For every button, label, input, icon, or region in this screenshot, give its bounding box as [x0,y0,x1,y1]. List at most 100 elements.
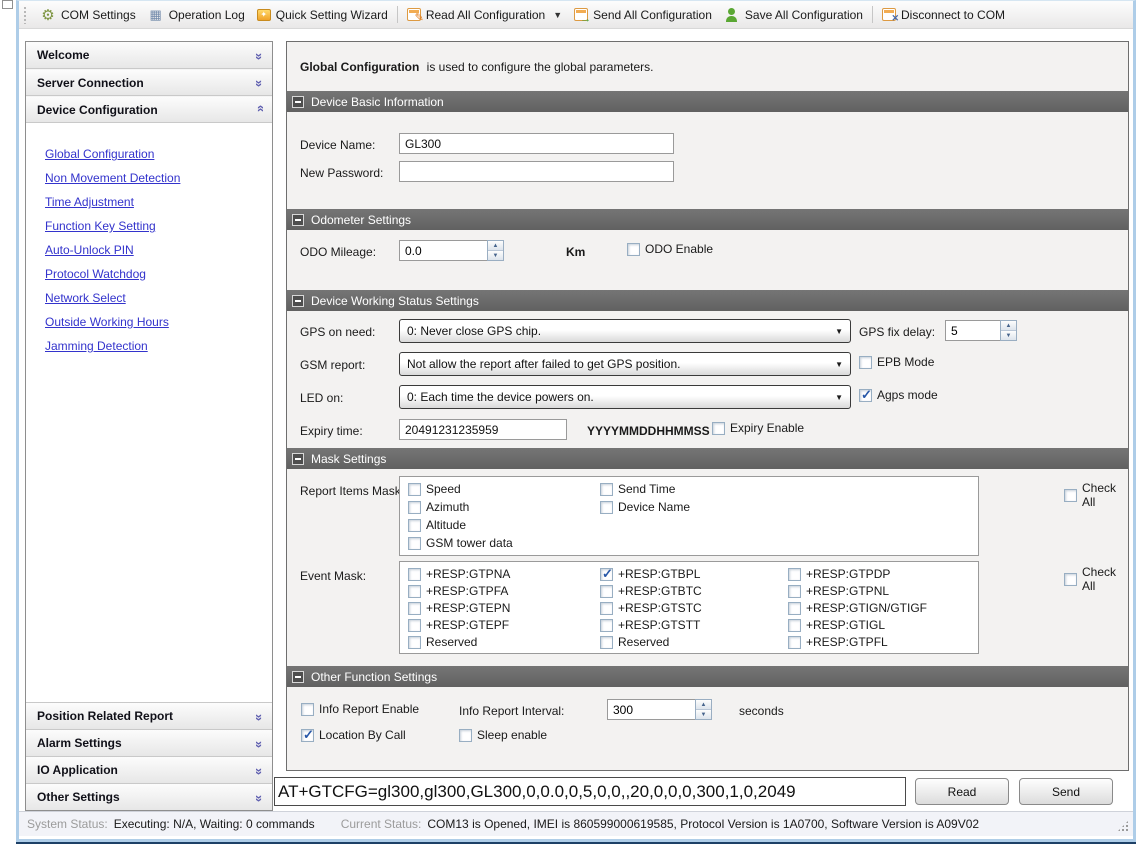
section-header-device-working-status[interactable]: Device Working Status Settings [287,290,1128,311]
checkbox-icon[interactable] [408,519,421,532]
at-command-input[interactable] [274,777,906,806]
stepper-down-icon[interactable]: ▼ [696,710,711,719]
send-button[interactable]: Send [1019,778,1113,805]
event-item-checkbox[interactable]: +RESP:GTBTC [600,584,702,598]
report-item-checkbox[interactable]: Speed [408,482,461,496]
gsm-report-select[interactable]: Not allow the report after failed to get… [399,352,851,376]
sleep-enable-checkbox[interactable]: Sleep enable [459,728,547,742]
collapse-icon[interactable] [292,671,304,683]
stepper-up-icon[interactable]: ▲ [696,700,711,710]
section-header-other-function-settings[interactable]: Other Function Settings [287,666,1128,687]
checkbox-checked-icon[interactable] [859,389,872,402]
save-all-configuration-button[interactable]: Save All Configuration [718,3,869,27]
checkbox-icon[interactable] [788,585,801,598]
sidebar-item-position-related-report[interactable]: Position Related Report [26,702,272,729]
event-item-checkbox[interactable]: +RESP:GTPFL [788,635,888,649]
info-report-enable-checkbox[interactable]: Info Report Enable [301,702,419,716]
event-item-checkbox[interactable]: +RESP:GTEPF [408,618,509,632]
checkbox-icon[interactable] [408,501,421,514]
sidebar-link-time-adjustment[interactable]: Time Adjustment [45,190,272,214]
checkbox-icon[interactable] [408,585,421,598]
odo-mileage-input[interactable] [399,240,487,261]
checkbox-icon[interactable] [408,619,421,632]
sidebar-item-io-application[interactable]: IO Application [26,756,272,783]
checkbox-icon[interactable] [408,636,421,649]
epb-mode-checkbox[interactable]: EPB Mode [859,355,934,369]
event-item-checkbox[interactable]: +RESP:GTSTT [600,618,700,632]
sidebar-item-welcome[interactable]: Welcome [26,42,272,69]
sidebar-item-alarm-settings[interactable]: Alarm Settings [26,729,272,756]
event-item-checkbox[interactable]: +RESP:GTSTC [600,601,702,615]
checkbox-icon[interactable] [600,636,613,649]
checkbox-checked-icon[interactable] [600,568,613,581]
stepper-buttons[interactable]: ▲▼ [695,699,712,720]
event-item-checkbox[interactable]: +RESP:GTEPN [408,601,510,615]
checkbox-icon[interactable] [459,729,472,742]
quick-setting-wizard-button[interactable]: Quick Setting Wizard [251,3,394,27]
event-item-checkbox[interactable]: +RESP:GTIGL [788,618,885,632]
checkbox-icon[interactable] [408,602,421,615]
checkbox-icon[interactable] [600,501,613,514]
collapse-icon[interactable] [292,96,304,108]
collapse-icon[interactable] [292,453,304,465]
agps-mode-checkbox[interactable]: Agps mode [859,388,938,402]
checkbox-icon[interactable] [1064,573,1077,586]
event-item-checkbox[interactable]: +RESP:GTIGN/GTIGF [788,601,927,615]
stepper-down-icon[interactable]: ▼ [1001,331,1016,340]
checkbox-icon[interactable] [408,537,421,550]
checkbox-icon[interactable] [859,356,872,369]
report-item-checkbox[interactable]: GSM tower data [408,536,513,550]
report-item-checkbox[interactable]: Azimuth [408,500,469,514]
event-item-checkbox[interactable]: Reserved [408,635,477,649]
checkbox-icon[interactable] [1064,489,1077,502]
checkbox-icon[interactable] [600,483,613,496]
event-item-checkbox[interactable]: +RESP:GTBPL [600,567,700,581]
sidebar-item-device-configuration[interactable]: Device Configuration [26,96,272,123]
collapse-icon[interactable] [292,214,304,226]
checkbox-icon[interactable] [600,602,613,615]
checkbox-icon[interactable] [627,243,640,256]
collapse-icon[interactable] [292,295,304,307]
checkbox-icon[interactable] [712,422,725,435]
resize-grip[interactable] [1117,820,1129,832]
checkbox-icon[interactable] [788,568,801,581]
sidebar-link-auto-unlock-pin[interactable]: Auto-Unlock PIN [45,238,272,262]
gps-on-need-select[interactable]: 0: Never close GPS chip. [399,319,851,343]
read-button[interactable]: Read [915,778,1009,805]
sidebar-item-server-connection[interactable]: Server Connection [26,69,272,96]
section-header-mask-settings[interactable]: Mask Settings [287,448,1128,469]
stepper-down-icon[interactable]: ▼ [488,251,503,260]
operation-log-button[interactable]: Operation Log [142,3,251,27]
event-item-checkbox[interactable]: +RESP:GTPNL [788,584,889,598]
report-item-checkbox[interactable]: Send Time [600,482,675,496]
sidebar-link-protocol-watchdog[interactable]: Protocol Watchdog [45,262,272,286]
checkbox-icon[interactable] [788,636,801,649]
checkbox-icon[interactable] [600,619,613,632]
expiry-time-input[interactable] [399,419,567,440]
new-password-input[interactable] [399,161,674,182]
sidebar-link-function-key-setting[interactable]: Function Key Setting [45,214,272,238]
checkbox-checked-icon[interactable] [301,729,314,742]
report-item-checkbox[interactable]: Altitude [408,518,466,532]
gps-fix-delay-input[interactable] [945,320,1000,341]
read-all-configuration-button[interactable]: Read All Configuration ▼ [401,3,568,27]
location-by-call-checkbox[interactable]: Location By Call [301,728,406,742]
report-item-checkbox[interactable]: Device Name [600,500,690,514]
stepper-up-icon[interactable]: ▲ [1001,321,1016,331]
event-check-all-checkbox[interactable]: Check All [1064,565,1128,593]
stepper-buttons[interactable]: ▲▼ [1000,320,1017,341]
expiry-enable-checkbox[interactable]: Expiry Enable [712,421,804,435]
led-on-select[interactable]: 0: Each time the device powers on. [399,385,851,409]
device-name-input[interactable] [399,133,674,154]
disconnect-to-com-button[interactable]: Disconnect to COM [876,3,1011,27]
report-check-all-checkbox[interactable]: Check All [1064,481,1128,509]
event-item-checkbox[interactable]: Reserved [600,635,669,649]
info-report-interval-stepper[interactable]: ▲▼ [607,699,712,720]
sidebar-link-jamming-detection[interactable]: Jamming Detection [45,334,272,358]
stepper-up-icon[interactable]: ▲ [488,241,503,251]
sidebar-link-non-movement-detection[interactable]: Non Movement Detection [45,166,272,190]
sidebar-item-other-settings[interactable]: Other Settings [26,783,272,810]
event-item-checkbox[interactable]: +RESP:GTPFA [408,584,508,598]
com-settings-button[interactable]: COM Settings [34,3,142,27]
dropdown-caret-icon[interactable]: ▼ [553,10,562,20]
